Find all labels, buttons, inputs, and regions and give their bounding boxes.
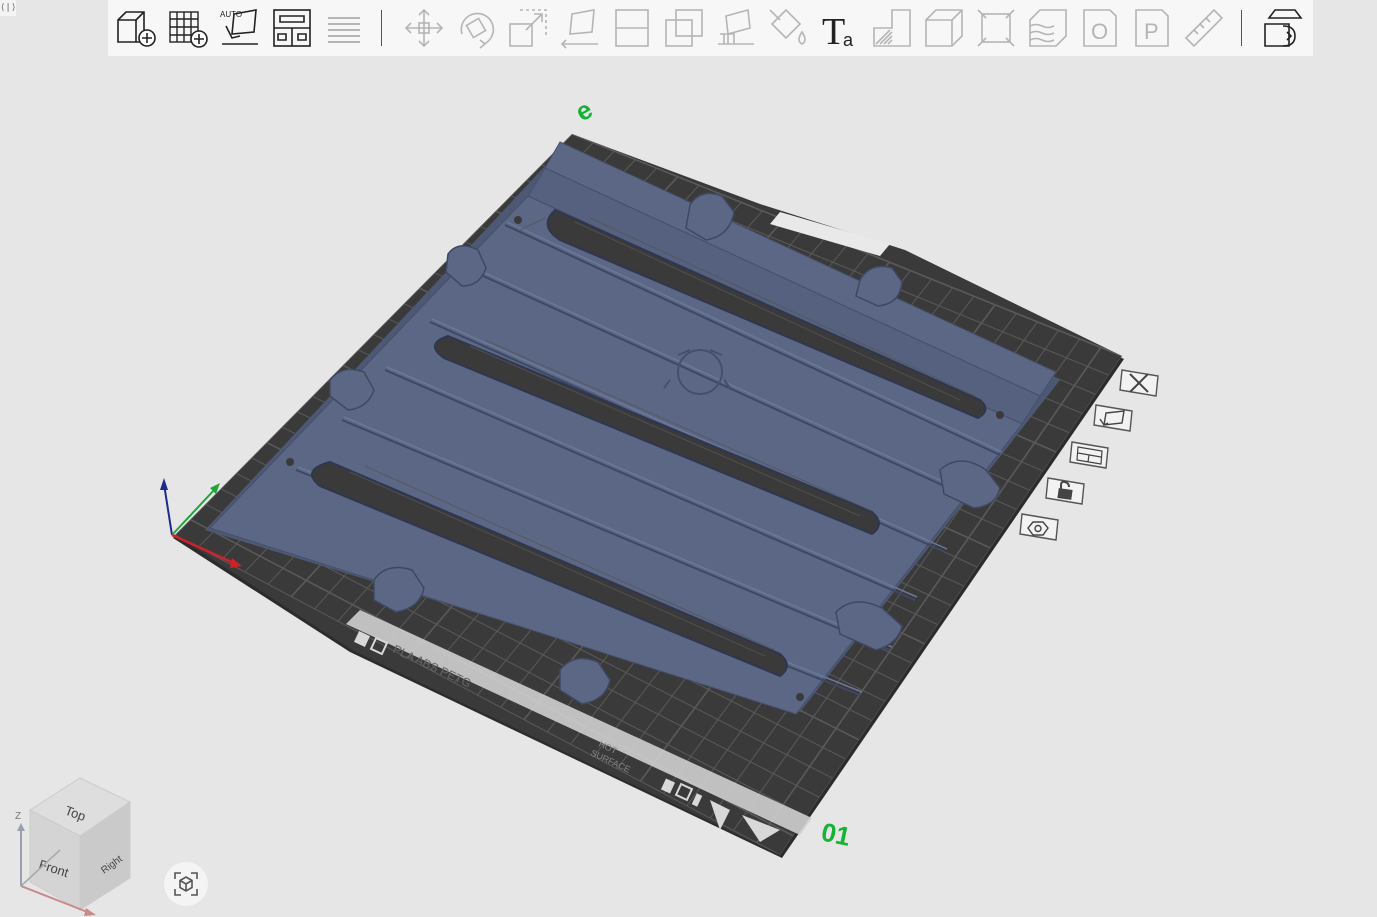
color-paint-button[interactable] (764, 4, 812, 52)
move-button[interactable] (400, 4, 448, 52)
plate-settings-icon (1019, 513, 1059, 541)
fuzzy-skin-button[interactable] (1024, 4, 1072, 52)
toolbar-separator (1241, 10, 1242, 46)
plate-top-marker: e (570, 94, 598, 127)
text-tool-glyph-main: T (822, 11, 845, 50)
support-paint-icon (718, 8, 754, 45)
main-toolbar: AUTO T a O P (108, 0, 1313, 56)
arrange-icon (273, 9, 311, 47)
scale-button[interactable] (504, 4, 552, 52)
simplify-button[interactable] (972, 4, 1020, 52)
auto-orient-icon: AUTO (220, 9, 258, 45)
rotate-icon (460, 12, 495, 49)
plate-settings-button[interactable] (1016, 510, 1062, 544)
variable-height-icon (925, 9, 963, 47)
auto-badge: AUTO (220, 10, 242, 19)
sidebar-collapse-handle[interactable]: ⟨|⟩ (0, 0, 16, 16)
text-tool-glyph-sub: a (843, 30, 854, 50)
arrange-plate-icon (1069, 441, 1109, 469)
add-plate-button[interactable] (164, 4, 212, 52)
build-plate-scene: PLA ABS PETG HOT SURFACE 01 e (160, 94, 1124, 858)
auto-orient-button[interactable]: AUTO (216, 4, 264, 52)
orient-plate-icon (1093, 404, 1133, 432)
boolean-button[interactable] (660, 4, 708, 52)
text-tool-icon: T a (822, 11, 854, 50)
object-view-glyph: O (1091, 19, 1108, 44)
cut-icon (615, 9, 649, 47)
add-plate-icon (169, 11, 208, 48)
split-layers-icon (328, 17, 360, 43)
add-object-button[interactable] (112, 4, 160, 52)
object-view-button[interactable]: O (1076, 4, 1124, 52)
fuzzy-skin-icon (1029, 9, 1067, 47)
3d-viewport[interactable]: PLA ABS PETG HOT SURFACE 01 e (0, 56, 1377, 917)
cut-button[interactable] (608, 4, 656, 52)
slicer-app: ⟨|⟩ AUTO T a O P PLA ABS PETG HOT SURFAC… (0, 0, 1377, 917)
view-cube-z-label: Z (15, 811, 21, 822)
fit-view-icon (174, 872, 198, 896)
orient-plate-button[interactable] (1090, 401, 1136, 435)
seam-paint-icon (873, 9, 911, 47)
rotate-button[interactable] (452, 4, 500, 52)
delete-plate-button[interactable] (1116, 366, 1162, 400)
delete-plate-icon (1119, 369, 1159, 397)
object-view-icon: O (1083, 9, 1117, 47)
lock-plate-button[interactable] (1042, 474, 1088, 508)
toolbar-separator (381, 10, 382, 46)
scale-icon (509, 9, 547, 47)
fit-view-button[interactable] (164, 862, 208, 906)
seam-paint-button[interactable] (868, 4, 916, 52)
variable-height-button[interactable] (920, 4, 968, 52)
support-paint-button[interactable] (712, 4, 760, 52)
color-paint-icon (769, 8, 806, 45)
view-cube-graphic: Top Front Right Z (15, 777, 131, 916)
measure-icon (1184, 8, 1224, 48)
part-view-icon: P (1135, 9, 1169, 47)
move-icon (404, 8, 444, 48)
lay-on-face-button[interactable] (556, 4, 604, 52)
lay-on-face-icon (560, 9, 598, 49)
measure-button[interactable] (1180, 4, 1228, 52)
arrange-plate-button[interactable] (1066, 438, 1112, 472)
add-object-icon (117, 11, 156, 47)
part-view-button[interactable]: P (1128, 4, 1176, 52)
boolean-icon (665, 9, 703, 47)
view-cube[interactable]: Top Front Right Z (10, 770, 150, 917)
assembly-view-icon (1264, 9, 1303, 47)
part-view-glyph: P (1144, 19, 1159, 44)
simplify-icon (977, 9, 1015, 47)
text-tool-button[interactable]: T a (816, 4, 864, 52)
arrange-button[interactable] (268, 4, 316, 52)
split-layers-button[interactable] (320, 4, 368, 52)
assembly-view-button[interactable] (1259, 4, 1307, 52)
plate-number-label: 01 (819, 817, 854, 852)
lock-plate-icon (1045, 477, 1085, 505)
